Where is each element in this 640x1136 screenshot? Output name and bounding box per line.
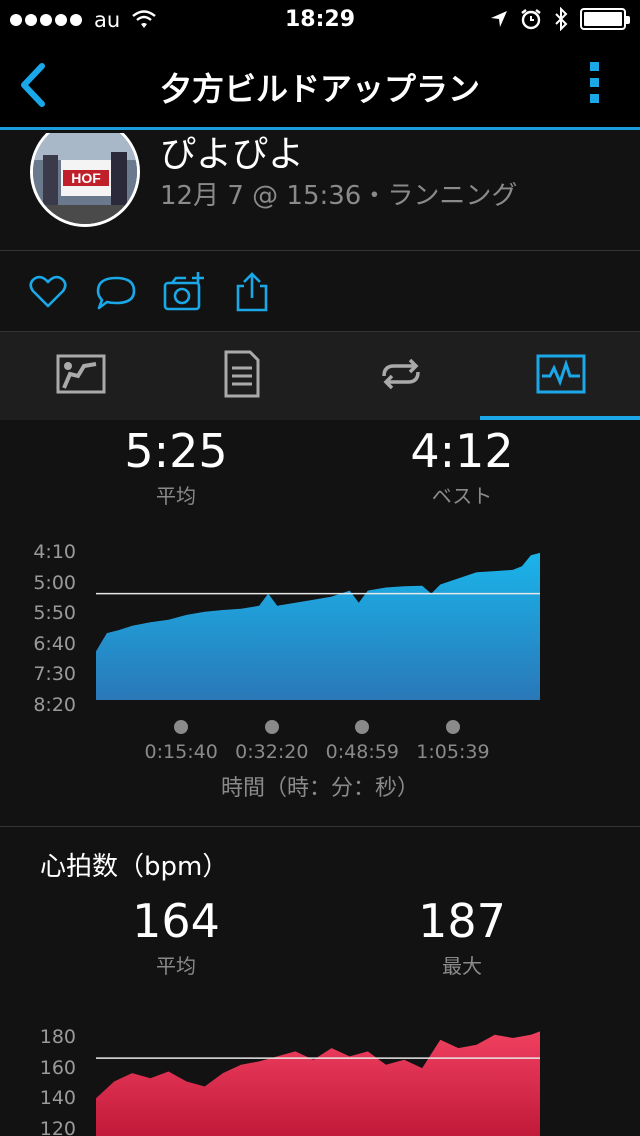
pace-y-tick-label: 7:30: [33, 663, 76, 686]
pace-average-label: 平均: [156, 484, 196, 508]
pace-y-tick-label: 6:40: [33, 632, 76, 655]
tab-map[interactable]: [0, 332, 160, 420]
map-icon: [56, 354, 106, 394]
share-icon[interactable]: [230, 270, 274, 314]
tab-charts[interactable]: [480, 332, 640, 420]
pace-best-label: ベスト: [431, 484, 493, 508]
action-bar: [0, 252, 640, 332]
heart-rate-max-value: 187: [418, 894, 506, 948]
add-photo-icon[interactable]: [162, 270, 206, 314]
heart-rate-series-area: [96, 1031, 540, 1136]
pace-average-value: 5:25: [124, 424, 228, 478]
activity-tabs: [0, 332, 640, 420]
tab-details[interactable]: [160, 332, 320, 420]
pace-best-value: 4:12: [410, 424, 514, 478]
more-menu-button[interactable]: [590, 62, 600, 103]
pace-y-tick-label: 4:10: [33, 541, 76, 563]
heart-rate-max-label: 最大: [442, 954, 482, 978]
pace-x-tick-dot[interactable]: [445, 720, 460, 734]
activity-header: HOF ぴよぴよ 12月 7 @ 15:36・ランニング: [0, 133, 640, 251]
heart-rate-average-value: 164: [132, 894, 220, 948]
pace-series-area: [96, 552, 540, 700]
heart-rate-average: 164 平均: [76, 894, 276, 979]
heart-rate-average-label: 平均: [156, 954, 196, 978]
comment-icon[interactable]: [94, 270, 138, 314]
like-heart-icon[interactable]: [26, 270, 70, 314]
status-bar: au 18:29: [0, 0, 640, 40]
pace-y-tick-label: 8:20: [33, 694, 76, 716]
page-title: 夕方ビルドアップラン: [159, 70, 480, 108]
pace-x-tick-dot[interactable]: [174, 720, 189, 734]
pace-average: 5:25 平均: [76, 424, 276, 509]
laps-icon: [382, 358, 420, 390]
pace-best: 4:12 ベスト: [362, 424, 562, 509]
pace-x-tick-dot[interactable]: [264, 720, 279, 734]
activity-meta: 12月 7 @ 15:36・ランニング: [160, 181, 518, 211]
avatar[interactable]: HOF: [30, 133, 140, 227]
alarm-icon: [521, 9, 541, 30]
user-name: ぴよぴよ: [160, 134, 305, 175]
tab-laps[interactable]: [320, 332, 480, 420]
pace-y-tick-label: 5:50: [33, 602, 76, 625]
location-icon: [491, 11, 507, 27]
heart-rate-y-tick-label: 140: [39, 1087, 76, 1110]
heart-rate-title: 心拍数（bpm）: [40, 852, 229, 882]
pace-y-tick-label: 5:00: [33, 571, 76, 594]
bluetooth-icon: [555, 7, 568, 31]
pace-x-axis-title: 時間（時：分：秒）: [220, 776, 419, 801]
heart-rate-y-tick-label: 120: [39, 1117, 76, 1136]
details-icon: [224, 350, 260, 398]
heart-rate-max: 187 最大: [362, 894, 562, 979]
pace-x-tick-dot[interactable]: [355, 720, 370, 734]
nav-bar: 夕方ビルドアップラン: [0, 40, 640, 130]
avatar-text: HOF: [71, 170, 101, 186]
chart-icon: [536, 354, 586, 394]
battery-icon: [580, 8, 630, 30]
pace-x-tick-label: 1:05:39: [416, 741, 490, 763]
heart-rate-y-tick-label: 160: [39, 1056, 76, 1079]
heart-rate-y-tick-label: 180: [39, 1026, 76, 1048]
section-divider: [0, 826, 640, 827]
